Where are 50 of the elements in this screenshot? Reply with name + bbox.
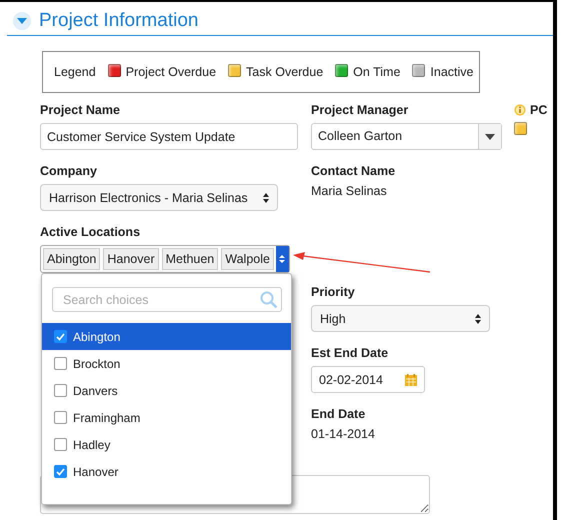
field-label: End Date (311, 407, 366, 421)
pc-label: PC (530, 103, 548, 117)
field-label: Priority (311, 285, 356, 299)
locations-multiselect[interactable]: Abington Hanover Methuen Walpole (40, 245, 290, 273)
checkbox[interactable] (54, 357, 67, 370)
checkbox[interactable] (54, 384, 67, 397)
choice-item[interactable]: Framingham (42, 404, 291, 431)
location-tag[interactable]: Methuen (162, 248, 218, 270)
checkbox[interactable] (54, 330, 67, 343)
choice-item[interactable]: Brockton (42, 350, 291, 377)
legend-label: Legend (54, 65, 96, 79)
section-title: Project Information (39, 10, 198, 32)
field-label: Company (40, 164, 98, 178)
location-tag[interactable]: Walpole (221, 248, 274, 270)
search-icon (260, 291, 278, 309)
calendar-icon (405, 374, 417, 386)
updown-icon (279, 254, 286, 264)
choice-item[interactable]: Hanover (42, 458, 291, 485)
est-end-date-field[interactable]: 02-02-2014 (311, 366, 425, 393)
field-label: Contact Name (311, 164, 396, 178)
project-name-field[interactable]: Customer Service System Update (40, 123, 298, 150)
project-manager-select[interactable]: Colleen Garton (311, 123, 502, 150)
end-date-value: 01-14-2014 (311, 427, 376, 441)
caret-icon (485, 134, 495, 140)
legend-item-label: On Time (353, 65, 400, 79)
choice-item[interactable]: Danvers (42, 377, 291, 404)
contact-name-value: Maria Selinas (311, 184, 388, 198)
company-select[interactable]: Harrison Electronics - Maria Selinas (40, 184, 278, 211)
field-label: Project Manager (311, 103, 410, 117)
info-icon (514, 104, 526, 116)
location-tag[interactable]: Abington (43, 248, 100, 270)
checkbox[interactable] (54, 411, 67, 424)
legend-item-label: Task Overdue (246, 65, 324, 79)
legend-item-label: Project Overdue (126, 65, 216, 79)
caret-icon (17, 18, 27, 24)
choice-item[interactable]: Abington (42, 323, 291, 350)
checkbox[interactable] (54, 465, 67, 478)
dropdown-toggle[interactable] (276, 246, 289, 272)
updown-icon (475, 314, 481, 324)
search-field[interactable]: Search choices (52, 287, 282, 312)
collapse-toggle[interactable] (13, 12, 31, 30)
field-label: Est End Date (311, 346, 390, 360)
choice-item[interactable]: Hadley (42, 431, 291, 458)
field-label: Active Locations (40, 225, 142, 239)
checkbox[interactable] (54, 438, 67, 451)
updown-icon (263, 192, 269, 202)
priority-select[interactable]: High (311, 305, 490, 332)
legend-item-label: Inactive (430, 65, 474, 79)
field-label: Project Name (40, 103, 121, 117)
location-tag[interactable]: Hanover (103, 248, 159, 270)
